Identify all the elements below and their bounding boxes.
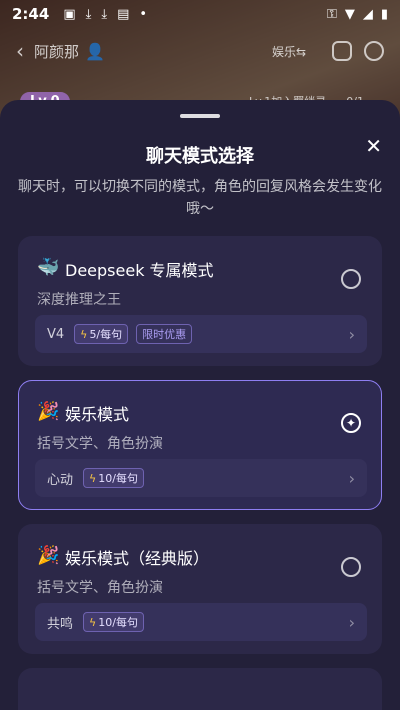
sheet-title: 聊天模式选择 bbox=[146, 146, 254, 167]
mode-desc: 括号文学、角色扮演 bbox=[37, 436, 163, 452]
model-version: 心动 bbox=[47, 472, 74, 488]
sheet-subtitle: 聊天时，可以切换不同的模式，角色的回复风格会发生变化哦～ bbox=[18, 179, 382, 217]
cost-value: 5/每句 bbox=[89, 328, 123, 341]
whale-icon: 🐳 bbox=[37, 257, 60, 278]
model-version: V4 bbox=[47, 326, 65, 342]
mode-desc: 括号文学、角色扮演 bbox=[37, 580, 163, 596]
cost-value: 10/每句 bbox=[98, 616, 138, 629]
status-time: 2:44 bbox=[12, 5, 50, 23]
person-icon: 👤 bbox=[85, 41, 105, 61]
cost-value: 10/每句 bbox=[98, 472, 138, 485]
key-icon: ⚿ bbox=[326, 6, 337, 22]
mode-radio[interactable] bbox=[341, 269, 361, 289]
battery-icon: ▮ bbox=[380, 6, 388, 22]
character-name: 阿颜那 bbox=[34, 42, 80, 61]
mode-card-entertainment-classic[interactable]: 🎉 娱乐模式（经典版） 括号文学、角色扮演 共鸣 ϟ 10/每句 › bbox=[18, 524, 382, 654]
download-icon: ⤓ bbox=[85, 6, 92, 22]
mode-detail-row[interactable]: 共鸣 ϟ 10/每句 › bbox=[35, 603, 367, 641]
text-icon: ▤ bbox=[117, 6, 130, 22]
party-popper-icon: 🎉 bbox=[37, 545, 60, 566]
drag-handle[interactable] bbox=[180, 114, 220, 118]
promo-tag: 限时优惠 bbox=[136, 324, 193, 344]
mode-name: 娱乐模式 bbox=[65, 405, 130, 424]
edit-icon[interactable] bbox=[332, 41, 352, 61]
image-icon: ▣ bbox=[63, 6, 76, 22]
mode-card-entertainment[interactable]: 🎉 娱乐模式 括号文学、角色扮演 心动 ϟ10/每句 › bbox=[18, 380, 382, 510]
mode-name: Deepseek 专属模式 bbox=[65, 261, 214, 280]
mode-radio-selected[interactable] bbox=[341, 413, 361, 433]
mode-select-sheet: ✕ 聊天模式选择 聊天时，可以切换不同的模式，角色的回复风格会发生变化哦～ 🐳 … bbox=[0, 100, 400, 710]
party-popper-icon: 🎉 bbox=[37, 401, 60, 422]
lightning-icon: ϟ bbox=[89, 615, 97, 629]
chevron-right-icon: › bbox=[348, 468, 355, 488]
mode-switch[interactable]: 娱乐⇆ bbox=[272, 43, 306, 60]
lightning-icon: ϟ bbox=[89, 471, 97, 485]
chat-top-bar: ‹ 阿颜那 👤 娱乐⇆ bbox=[0, 36, 400, 66]
signal-icon: ◢ bbox=[362, 6, 373, 22]
cost-tag: ϟ 10/每句 bbox=[83, 468, 144, 488]
back-icon[interactable]: ‹ bbox=[16, 39, 24, 63]
chevron-right-icon: › bbox=[348, 612, 355, 632]
status-bar: 2:44 ▣ ⤓ ⤓ ▤ • ⚿ ▼ ◢ ▮ bbox=[0, 0, 400, 28]
notification-icons: ▣ ⤓ ⤓ ▤ • bbox=[63, 7, 147, 22]
system-icons: ⚿ ▼ ◢ ▮ bbox=[327, 7, 388, 22]
download-icon: ⤓ bbox=[101, 6, 108, 22]
settings-icon[interactable] bbox=[364, 41, 384, 61]
mode-card-partial[interactable] bbox=[18, 668, 382, 710]
model-version: 共鸣 bbox=[47, 616, 74, 632]
cost-tag: ϟ 5/每句 bbox=[74, 324, 129, 344]
mode-radio[interactable] bbox=[341, 557, 361, 577]
wifi-icon: ▼ bbox=[344, 6, 355, 22]
mode-detail-row[interactable]: V4 ϟ 5/每句 限时优惠 › bbox=[35, 315, 367, 353]
cost-tag: ϟ 10/每句 bbox=[83, 612, 144, 632]
mode-name: 娱乐模式（经典版） bbox=[65, 549, 210, 568]
mode-card-deepseek[interactable]: 🐳 Deepseek 专属模式 深度推理之王 V4 ϟ 5/每句 限时优惠 › bbox=[18, 236, 382, 366]
chevron-right-icon: › bbox=[348, 324, 355, 344]
mode-desc: 深度推理之王 bbox=[37, 292, 121, 308]
mode-detail-row[interactable]: 心动 ϟ 10/每句 › bbox=[35, 459, 367, 497]
dot-icon: • bbox=[139, 6, 148, 22]
lightning-icon: ϟ bbox=[80, 327, 88, 341]
